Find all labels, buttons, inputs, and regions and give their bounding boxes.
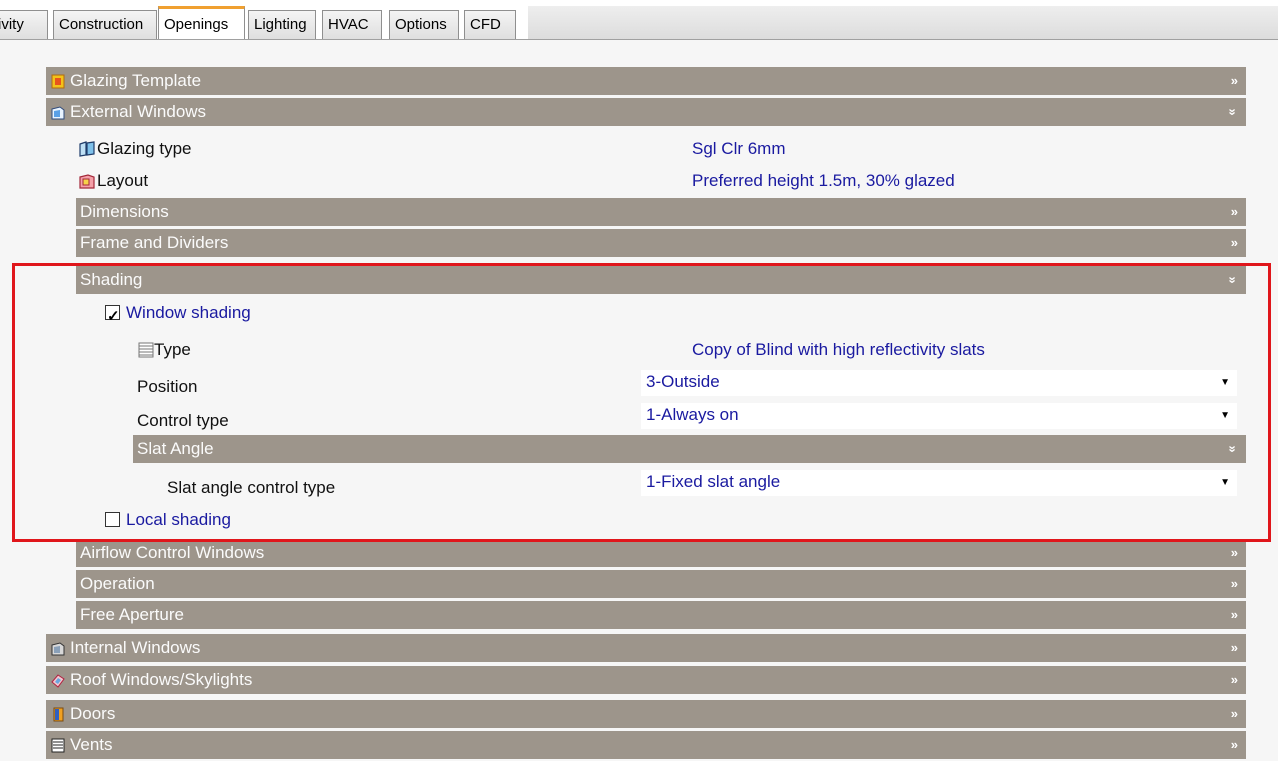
section-label: Vents	[70, 735, 113, 754]
dropdown-value: 3-Outside	[646, 372, 720, 391]
section-free-aperture[interactable]: Free Aperture »	[76, 601, 1246, 631]
section-external-windows[interactable]: External Windows »	[46, 98, 1246, 128]
expand-chevron-icon[interactable]: »	[1231, 666, 1238, 694]
expand-chevron-icon[interactable]: »	[1231, 67, 1238, 95]
checkmark-icon: ✓	[107, 308, 120, 325]
section-label: Slat Angle	[137, 439, 214, 458]
section-label: Airflow Control Windows	[80, 543, 265, 562]
section-internal-windows[interactable]: Internal Windows »	[46, 634, 1246, 664]
glazing-template-icon	[51, 74, 65, 89]
skylight-icon	[51, 674, 65, 688]
property-glazing-type[interactable]: Glazing type Sgl Clr 6mm	[46, 134, 1246, 164]
expand-chevron-icon[interactable]: »	[1231, 570, 1238, 598]
shading-type-value[interactable]: Copy of Blind with high reflectivity sla…	[692, 335, 985, 365]
section-operation[interactable]: Operation »	[76, 570, 1246, 600]
section-frame-and-dividers[interactable]: Frame and Dividers »	[76, 229, 1246, 259]
collapse-chevron-icon[interactable]: »	[1218, 108, 1246, 115]
expand-chevron-icon[interactable]: »	[1231, 634, 1238, 662]
collapse-chevron-icon[interactable]: »	[1218, 445, 1246, 452]
property-shading-type[interactable]: Type Copy of Blind with high reflectivit…	[46, 335, 1246, 365]
section-shading[interactable]: Shading »	[76, 266, 1246, 296]
tab-construction[interactable]: Construction	[53, 10, 157, 40]
tab-activity[interactable]: ivity	[0, 10, 48, 40]
collapse-chevron-icon[interactable]: »	[1218, 276, 1246, 283]
section-label: Free Aperture	[80, 605, 184, 624]
tab-cfd[interactable]: CFD	[464, 10, 516, 40]
expand-chevron-icon[interactable]: »	[1231, 198, 1238, 226]
section-dimensions[interactable]: Dimensions »	[76, 198, 1246, 228]
section-label: Dimensions	[80, 202, 169, 221]
section-label: Internal Windows	[70, 638, 201, 657]
expand-chevron-icon[interactable]: »	[1231, 601, 1238, 629]
internal-windows-icon	[51, 642, 65, 656]
slat-angle-control-type-dropdown[interactable]: 1-Fixed slat angle ▼	[641, 470, 1237, 496]
section-slat-angle[interactable]: Slat Angle »	[133, 435, 1246, 465]
blind-icon	[138, 342, 154, 358]
section-doors[interactable]: Doors »	[46, 700, 1246, 730]
local-shading-label[interactable]: Local shading	[126, 505, 231, 535]
door-icon	[53, 707, 64, 722]
section-glazing-template[interactable]: Glazing Template »	[46, 67, 1246, 97]
dropdown-arrow-icon[interactable]: ▼	[1220, 370, 1230, 396]
external-windows-icon	[51, 106, 65, 120]
local-shading-checkbox[interactable]	[105, 512, 120, 527]
slat-angle-dropdown-row: 1-Fixed slat angle ▼	[0, 468, 1278, 498]
section-airflow-control-windows[interactable]: Airflow Control Windows »	[76, 539, 1246, 569]
window-shading-checkbox[interactable]: ✓	[105, 305, 120, 325]
expand-chevron-icon[interactable]: »	[1231, 700, 1238, 728]
tab-options[interactable]: Options	[389, 10, 459, 40]
window-shading-label[interactable]: Window shading	[126, 298, 251, 328]
property-layout[interactable]: Layout Preferred height 1.5m, 30% glazed	[46, 166, 1246, 196]
control-type-dropdown[interactable]: 1-Always on ▼	[641, 403, 1237, 429]
section-vents[interactable]: Vents »	[46, 731, 1246, 761]
glazing-type-value[interactable]: Sgl Clr 6mm	[692, 134, 786, 164]
tab-strip: ivity Construction Openings Lighting HVA…	[0, 0, 1278, 41]
glazing-type-icon	[79, 141, 95, 157]
section-roof-windows-skylights[interactable]: Roof Windows/Skylights »	[46, 666, 1246, 696]
section-label: External Windows	[70, 102, 207, 121]
expand-chevron-icon[interactable]: »	[1231, 731, 1238, 759]
property-window-shading[interactable]: ✓ Window shading	[46, 298, 1246, 328]
tab-label: HVAC	[328, 16, 369, 33]
section-label: Doors	[70, 704, 116, 723]
section-label: Roof Windows/Skylights	[70, 670, 253, 689]
tab-label: Construction	[59, 16, 144, 33]
tab-label: Lighting	[254, 16, 307, 33]
tab-label: Options	[395, 16, 447, 33]
layout-value[interactable]: Preferred height 1.5m, 30% glazed	[692, 166, 955, 196]
tab-strip-background	[528, 6, 1278, 41]
section-label: Shading	[80, 270, 143, 289]
section-label: Frame and Dividers	[80, 233, 229, 252]
position-dropdown[interactable]: 3-Outside ▼	[641, 370, 1237, 396]
expand-chevron-icon[interactable]: »	[1231, 539, 1238, 567]
section-label: Glazing Template	[70, 71, 202, 90]
dropdown-arrow-icon[interactable]: ▼	[1220, 470, 1230, 496]
control-type-dropdown-row: 1-Always on ▼	[0, 401, 1278, 431]
tab-label: ivity	[0, 16, 24, 33]
property-label: Type	[154, 340, 191, 359]
layout-icon	[79, 174, 95, 189]
tab-lighting[interactable]: Lighting	[248, 10, 316, 40]
section-label: Operation	[80, 574, 155, 593]
dropdown-value: 1-Fixed slat angle	[646, 472, 781, 491]
property-local-shading[interactable]: Local shading	[46, 505, 1246, 535]
dropdown-arrow-icon[interactable]: ▼	[1220, 403, 1230, 429]
property-label: Layout	[97, 171, 149, 190]
dropdown-value: 1-Always on	[646, 405, 739, 424]
position-dropdown-row: 3-Outside ▼	[0, 368, 1278, 398]
tab-hvac[interactable]: HVAC	[322, 10, 382, 40]
vent-icon	[51, 738, 65, 753]
tab-openings[interactable]: Openings	[158, 6, 245, 40]
tab-label: Openings	[164, 16, 229, 33]
tab-label: CFD	[470, 16, 501, 33]
expand-chevron-icon[interactable]: »	[1231, 229, 1238, 257]
property-label: Glazing type	[97, 139, 192, 158]
